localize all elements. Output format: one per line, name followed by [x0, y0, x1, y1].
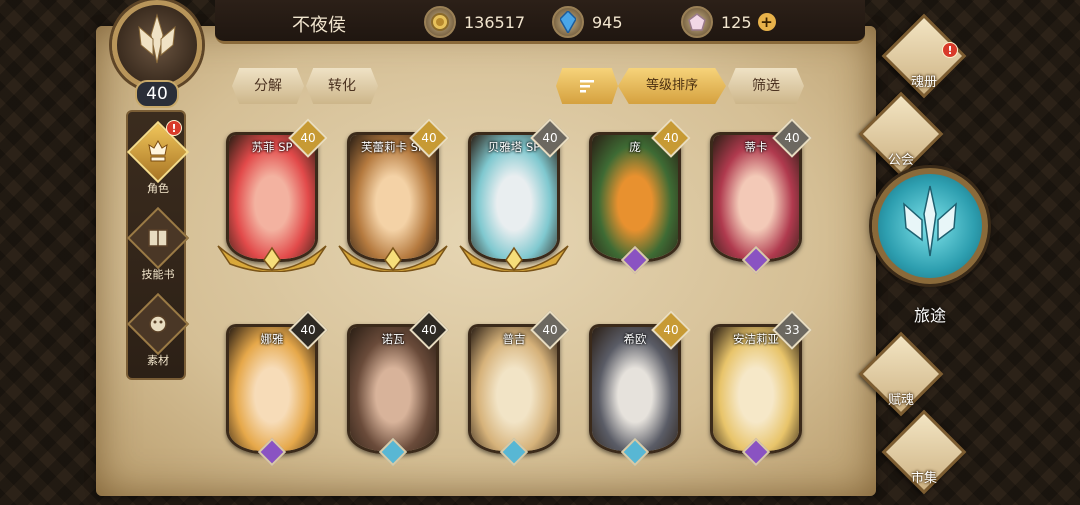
gold-wings-icon — [459, 245, 569, 272]
crest-icon — [138, 13, 176, 64]
hero-card[interactable]: 诺瓦 40 — [343, 310, 449, 467]
nav-item-skillbook[interactable]: 技能书 — [126, 206, 190, 282]
notification-badge: ! — [166, 120, 182, 136]
gold-wings-icon — [217, 245, 327, 272]
left-nav: 角色 ! 技能书 素材 — [126, 110, 190, 380]
profile-emblem[interactable]: 40 — [98, 0, 216, 108]
material-icon — [126, 292, 190, 356]
decompose-button[interactable]: 分解 — [232, 68, 304, 104]
nav-item-material[interactable]: 素材 — [126, 292, 190, 368]
crystal-value: 945 — [592, 12, 623, 32]
soulbook-label: 魂册 — [910, 75, 937, 90]
player-name: 不夜侯 — [292, 15, 346, 36]
hero-card[interactable]: 蒂卡 40 — [706, 118, 812, 275]
crystal-currency: 945 — [552, 6, 623, 38]
hero-level: 40 — [300, 323, 316, 337]
journey-label: 旅途 — [913, 306, 946, 325]
hero-card[interactable]: 安洁莉亚 33 — [706, 310, 812, 467]
sort-toggle-button[interactable] — [556, 68, 618, 104]
hero-level: 40 — [784, 131, 800, 145]
player-level: 40 — [135, 80, 179, 108]
soulbook-button[interactable]: 魂册 ! — [878, 13, 970, 99]
hero-level: 40 — [300, 131, 316, 145]
hero-level: 40 — [421, 323, 437, 337]
guild-label: 公会 — [887, 153, 914, 168]
gold-coin-icon — [424, 6, 456, 38]
hero-level: 33 — [784, 323, 800, 337]
journey-icon — [872, 168, 988, 284]
hero-level: 40 — [421, 131, 437, 145]
gem-value: 125 — [721, 12, 752, 32]
gem-icon — [681, 6, 713, 38]
market-label: 市集 — [910, 471, 937, 486]
nav-item-character[interactable]: 角色 ! — [126, 120, 190, 196]
convert-button[interactable]: 转化 — [306, 68, 378, 104]
blue-crystal-icon — [552, 6, 584, 38]
filter-button[interactable]: 筛选 — [728, 68, 804, 104]
gold-currency: 136517 — [424, 6, 525, 38]
hero-card[interactable]: 希欧 40 — [585, 310, 691, 467]
hero-level: 40 — [663, 323, 679, 337]
hero-card[interactable]: 普吉 40 — [464, 310, 570, 467]
hero-card[interactable]: 庞 40 — [585, 118, 691, 275]
hero-card[interactable]: 芙蕾莉卡 SP 40 — [338, 118, 449, 272]
hero-level: 40 — [542, 131, 558, 145]
gold-wings-icon — [338, 245, 448, 272]
gold-value: 136517 — [464, 12, 526, 32]
enchant-label: 赋魂 — [887, 393, 914, 408]
profile-avatar — [112, 0, 202, 90]
gem-currency: 125 + — [681, 6, 776, 38]
hero-card[interactable]: 苏菲 SP 40 — [217, 118, 328, 272]
guild-button[interactable]: 公会 — [855, 91, 947, 177]
notification-badge: ! — [942, 42, 958, 58]
hero-card[interactable]: 贝雅塔 SP 40 — [459, 118, 570, 272]
sort-icon — [580, 80, 594, 93]
skillbook-icon — [126, 206, 190, 270]
hero-card[interactable]: 娜雅 40 — [222, 310, 328, 467]
market-button[interactable]: 市集 — [878, 409, 970, 495]
hero-level: 40 — [542, 323, 558, 337]
add-gem-button[interactable]: + — [757, 13, 776, 31]
journey-button[interactable]: 旅途 — [870, 168, 990, 325]
level-sort-button[interactable]: 等级排序 — [618, 68, 726, 104]
hero-level: 40 — [663, 131, 679, 145]
enchant-button[interactable]: 赋魂 — [855, 331, 947, 417]
